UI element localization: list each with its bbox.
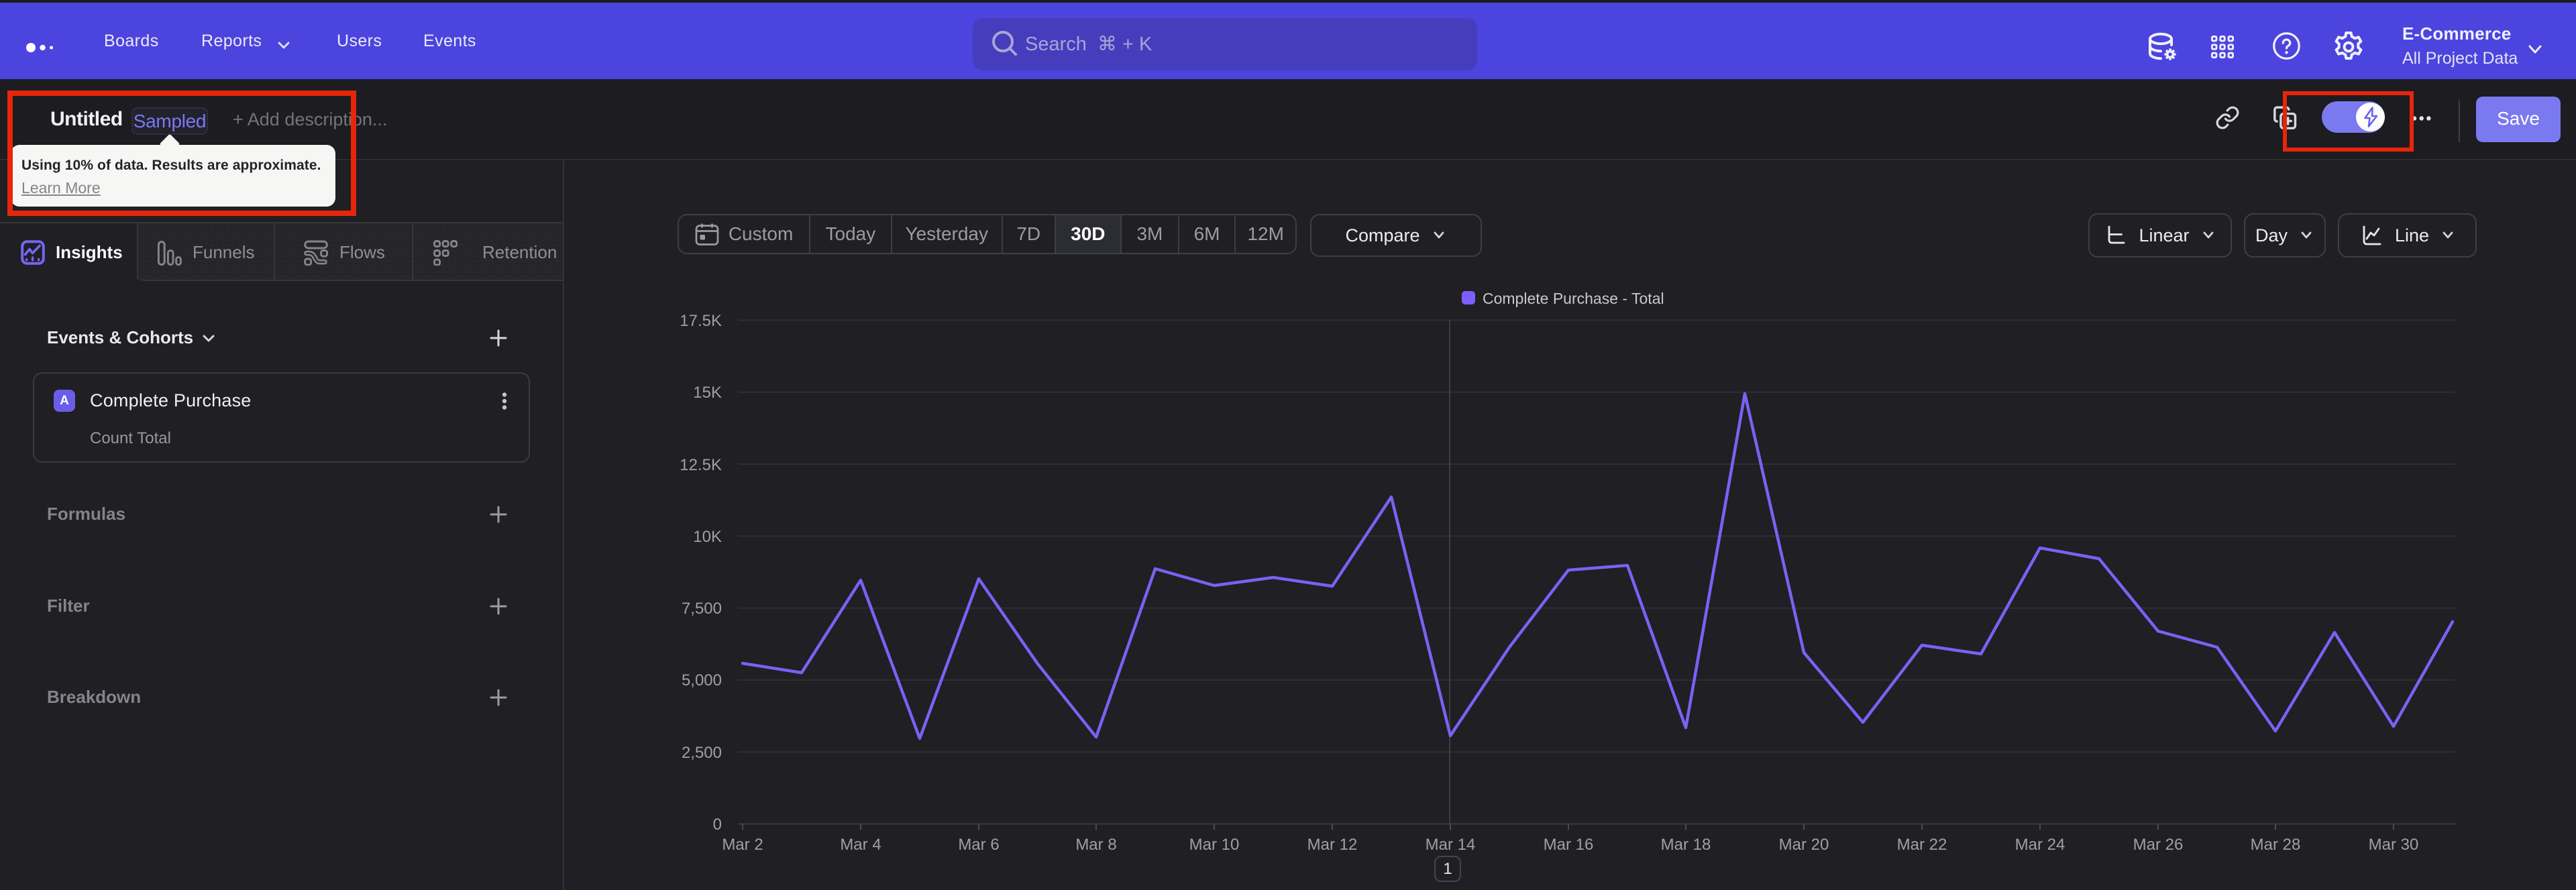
svg-text:Mar 20: Mar 20 [1779,836,1829,854]
svg-text:7,500: 7,500 [682,600,722,618]
svg-text:Mar 26: Mar 26 [2133,836,2184,854]
svg-text:12.5K: 12.5K [680,456,722,474]
svg-text:Mar 28: Mar 28 [2251,836,2301,854]
svg-text:10K: 10K [693,528,722,546]
svg-text:Mar 2: Mar 2 [722,836,763,854]
svg-text:Mar 22: Mar 22 [1897,836,1947,854]
svg-text:5,000: 5,000 [682,671,722,689]
svg-text:17.5K: 17.5K [680,312,722,330]
svg-text:Mar 8: Mar 8 [1075,836,1116,854]
svg-text:Mar 18: Mar 18 [1661,836,1711,854]
svg-text:Mar 16: Mar 16 [1544,836,1594,854]
svg-text:2,500: 2,500 [682,744,722,762]
svg-text:Mar 6: Mar 6 [958,836,999,854]
svg-text:15K: 15K [693,384,722,402]
svg-text:Mar 12: Mar 12 [1307,836,1358,854]
svg-text:0: 0 [713,816,722,834]
svg-text:Mar 14: Mar 14 [1426,836,1476,854]
svg-text:Mar 24: Mar 24 [2015,836,2065,854]
svg-text:Mar 10: Mar 10 [1189,836,1240,854]
svg-text:Mar 4: Mar 4 [840,836,881,854]
svg-text:Mar 30: Mar 30 [2369,836,2419,854]
